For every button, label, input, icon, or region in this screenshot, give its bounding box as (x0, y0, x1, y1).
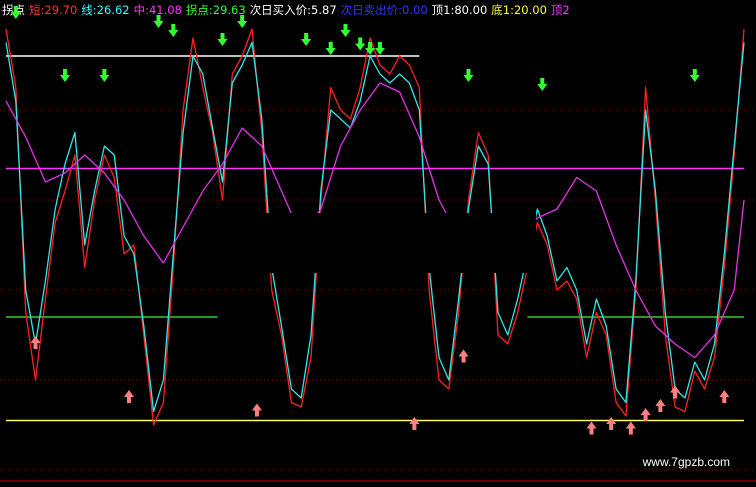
down-arrow-icon (60, 69, 71, 82)
down-arrow-icon (301, 33, 312, 46)
down-arrow-icon (340, 24, 351, 37)
down-arrow-icon (153, 15, 164, 28)
indicator-chart (0, 6, 756, 482)
down-arrow-icon (168, 24, 179, 37)
down-arrow-icon (217, 33, 228, 46)
up-arrow-icon (409, 417, 420, 430)
up-arrow-icon (670, 385, 681, 399)
up-arrow-icon (251, 403, 262, 417)
up-arrow-icon (625, 421, 636, 435)
up-arrow-icon (719, 390, 730, 403)
down-arrow-icon (325, 42, 336, 55)
up-arrow-icon (655, 399, 666, 412)
up-arrow-icon (458, 349, 469, 363)
down-arrow-icon (355, 37, 366, 51)
down-arrow-icon (99, 69, 110, 82)
down-arrow-icon (689, 69, 700, 82)
up-arrow-icon (606, 417, 617, 430)
up-arrow-icon (640, 408, 651, 421)
down-arrow-icon (10, 6, 21, 19)
watermark: www.7gpzb.com (642, 455, 730, 469)
down-arrow-icon (463, 69, 474, 82)
up-arrow-icon (124, 390, 134, 403)
down-arrow-icon (374, 42, 385, 55)
occlusion-block (222, 213, 536, 273)
down-arrow-icon (237, 15, 248, 28)
down-arrow-icon (537, 78, 548, 91)
up-arrow-icon (586, 421, 597, 435)
